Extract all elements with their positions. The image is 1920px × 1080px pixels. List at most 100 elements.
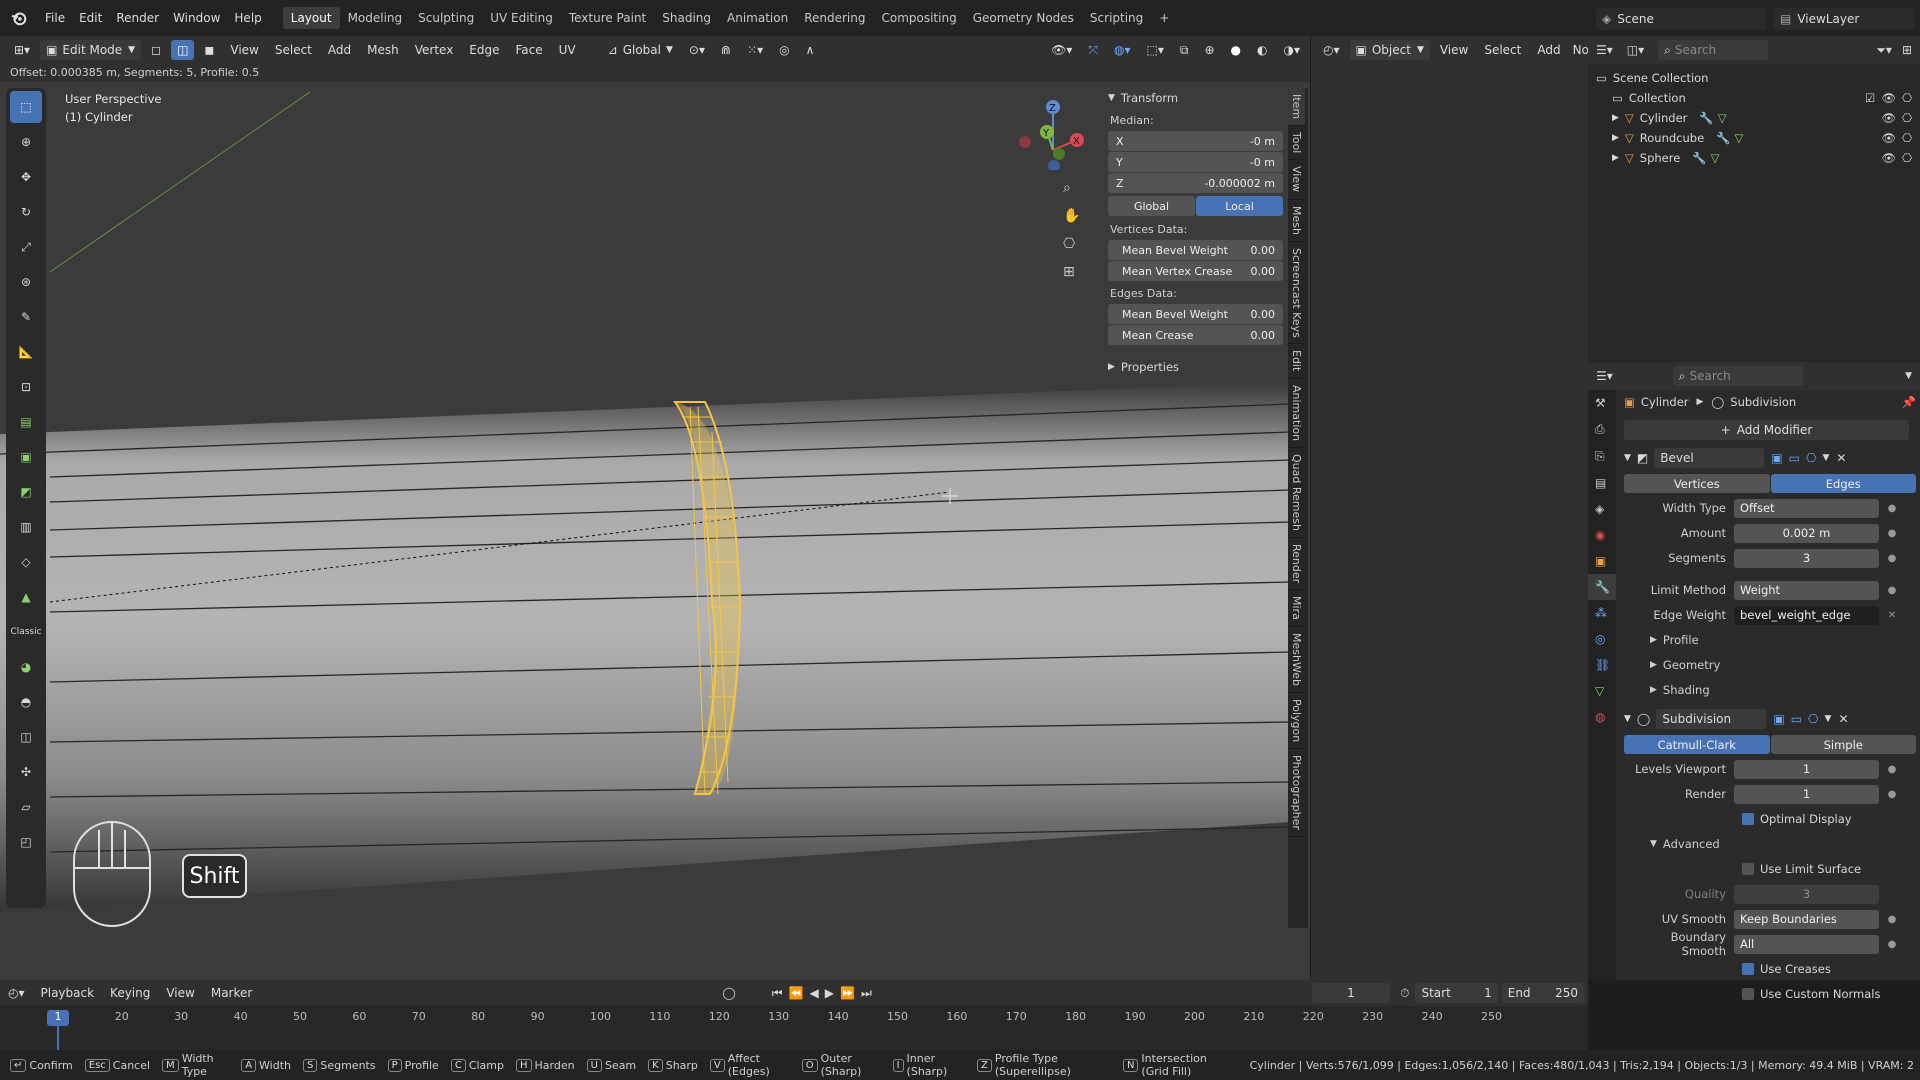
chevron-down-icon[interactable]: ▼ [1624,714,1631,724]
chevron-down-icon[interactable]: ▼ [1825,714,1832,724]
playback-menu[interactable]: Playback [35,983,101,1003]
editor-type-button[interactable]: ⊞▾ [8,40,36,60]
header-menu-uv[interactable]: UV [553,40,582,60]
use-limit-surface-row[interactable]: Use Limit Surface [1624,858,1916,880]
timeline-editor-icon[interactable]: ◴▾ [8,986,25,1000]
start-frame-field[interactable]: Start 1 [1415,983,1498,1003]
vtab-quad-remesh[interactable]: Quad Remesh [1288,448,1305,538]
vtab-animation[interactable]: Animation [1288,379,1305,448]
select-mode-face[interactable]: ◼ [198,40,220,60]
vtab-edit[interactable]: Edit [1288,344,1305,379]
amount-field[interactable]: 0.002 m [1734,523,1879,543]
snap-button[interactable]: ⋒ [715,40,737,60]
median-x-field[interactable]: X -0 m [1108,131,1283,151]
scale-tool[interactable]: ⤢ [10,231,42,263]
levels-viewport-field[interactable]: 1 [1734,759,1879,779]
collection-row[interactable]: ▭ Collection ☑ 👁 ⎔ [1596,88,1912,108]
transform-section-header[interactable]: ▼ Transform [1108,88,1283,108]
affect-vertices-button[interactable]: Vertices [1624,474,1770,493]
view-layer-selector[interactable]: ▤ ViewLayer [1774,8,1914,30]
playhead[interactable]: 1 [47,1010,69,1026]
tab-geometry-nodes[interactable]: Geometry Nodes [965,7,1082,29]
select-mode-edge[interactable]: ◫ [171,40,195,60]
tab-rendering[interactable]: Rendering [796,7,873,29]
vtab-mesh[interactable]: Mesh [1288,200,1305,242]
pivot-point-button[interactable]: ⊙▾ [683,40,711,60]
local-button[interactable]: Local [1196,196,1283,216]
bevel-name-field[interactable]: Bevel [1654,448,1765,468]
profile-subpanel[interactable]: ▶ Profile [1624,629,1916,651]
menu-render[interactable]: Render [109,11,166,25]
advanced-subpanel[interactable]: ▼ Advanced [1624,833,1916,855]
eye-icon[interactable]: 👁 [1881,151,1896,165]
material-tab-icon[interactable]: ◍ [1588,704,1616,730]
rip-tool[interactable]: ◰ [10,826,42,858]
viewport-toggle-icon[interactable]: ▭ [1791,712,1802,726]
object-tab-icon[interactable]: ▣ [1588,548,1616,574]
menu-help[interactable]: Help [227,11,268,25]
jump-start-icon[interactable]: ⏮ [772,986,783,1001]
modifier-tab-icon[interactable]: 🔧 [1588,574,1616,600]
scene-selector[interactable]: ◈ Scene [1596,8,1766,30]
keyframe-dot-icon[interactable]: ● [1885,789,1899,800]
menu-edit[interactable]: Edit [72,11,109,25]
pan-hand-icon[interactable]: ✋ [1063,208,1085,224]
extrude-tool[interactable]: ▤ [10,406,42,438]
move-tool[interactable]: ✥ [10,161,42,193]
vtab-item[interactable]: Item [1288,88,1305,127]
transform-tool[interactable]: ⊛ [10,266,42,298]
outliner-item-sphere[interactable]: ▶ ▽ Sphere 🔧 ▽ 👁 ⎔ [1596,148,1912,168]
vtab-polygon[interactable]: Polygon [1288,693,1305,749]
chevron-down-icon[interactable]: ▼ [1624,453,1631,463]
proportional-edit-button[interactable]: ◎ [773,40,795,60]
view-layer-tab-icon[interactable]: ▤ [1588,470,1616,496]
editmode-toggle-icon[interactable]: ▣ [1773,712,1784,726]
geometry-subpanel[interactable]: ▶ Geometry [1624,654,1916,676]
overlay-toggle[interactable]: ◍▾ [1108,40,1137,60]
mean-vertex-crease-field[interactable]: Mean Vertex Crease 0.00 [1108,261,1283,281]
outliner-editor-icon[interactable]: ☰▾ [1596,43,1613,57]
keyframe-dot-icon[interactable]: ● [1885,939,1899,950]
scene-collection-row[interactable]: ▭ Scene Collection [1596,68,1912,88]
inset-tool[interactable]: ▣ [10,441,42,473]
properties-editor-icon[interactable]: ☰▾ [1596,369,1613,383]
visibility-button[interactable]: 👁▾ [1045,40,1078,60]
secondary-mode-dropdown[interactable]: ▣ Object ▼ [1349,40,1430,60]
use-creases-checkbox[interactable] [1742,963,1754,975]
cursor-tool[interactable]: ⊕ [10,126,42,158]
jump-keyframe-back-icon[interactable]: ⏪ [789,986,804,1000]
tab-modeling[interactable]: Modeling [340,7,411,29]
keyframe-dot-icon[interactable]: ● [1885,914,1899,925]
uv-smooth-dropdown[interactable]: Keep Boundaries [1734,909,1879,929]
tab-texture-paint[interactable]: Texture Paint [561,7,654,29]
close-icon[interactable]: ✕ [1836,451,1846,465]
classic-tool[interactable]: Classic [10,616,42,648]
blender-logo-icon[interactable] [10,9,28,27]
eye-icon[interactable]: 👁 [1881,111,1896,125]
properties-section-header[interactable]: ▶ Properties [1108,357,1283,377]
quality-field[interactable]: 3 [1734,884,1879,904]
close-icon[interactable]: ✕ [1838,712,1848,726]
output-tab-icon[interactable]: ⎘ [1588,443,1616,470]
select-mode-vertex[interactable]: ◻ [145,40,167,60]
record-icon[interactable]: ◯ [722,986,735,1000]
filter-icon[interactable]: ⏷▾ [1876,43,1892,58]
expand-chevron-icon[interactable]: ▶ [1612,153,1619,163]
header-menu-add[interactable]: Add [322,40,357,60]
secondary-menu-add[interactable]: Add [1531,40,1566,60]
tab-layout[interactable]: Layout [282,7,340,29]
tab-shading[interactable]: Shading [654,7,719,29]
header-menu-face[interactable]: Face [510,40,549,60]
width-type-dropdown[interactable]: Offset [1734,498,1879,518]
secondary-viewport[interactable] [1310,64,1588,980]
smooth-tool[interactable]: ◓ [10,686,42,718]
use-limit-surface-checkbox[interactable] [1742,863,1754,875]
optimal-display-row[interactable]: Optimal Display [1624,808,1916,830]
viewport-toggle-icon[interactable]: ▭ [1789,451,1800,465]
select-box-tool[interactable]: ⬚ [10,91,42,123]
timeline-scrubber[interactable]: 1020304050607080901001101201301401501601… [0,1006,1588,1050]
camera-render-icon[interactable]: ⎔ [1902,131,1912,145]
outliner-item-cylinder[interactable]: ▶ ▽ Cylinder 🔧 ▽ 👁 ⎔ [1596,108,1912,128]
properties-search[interactable]: ⌕ Search [1672,366,1803,386]
constraints-tab-icon[interactable]: ⛓ [1588,652,1616,678]
